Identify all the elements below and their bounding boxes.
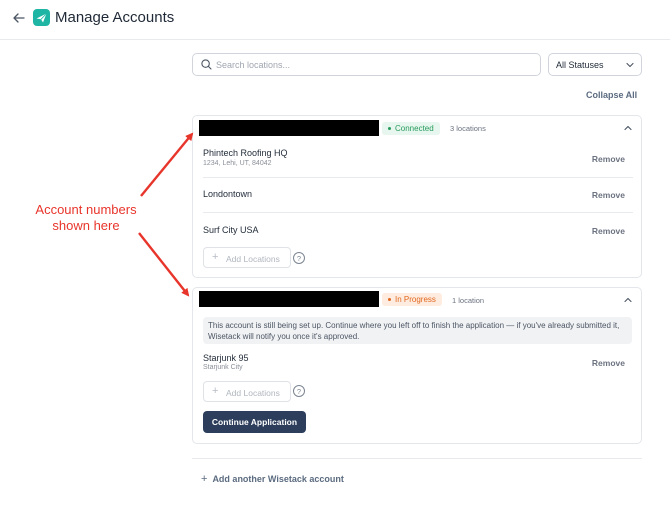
status-filter-select[interactable]: All Statuses: [548, 53, 642, 76]
search-input[interactable]: [216, 57, 534, 72]
chevron-up-icon[interactable]: [624, 125, 632, 131]
redacted-account-number: [199, 120, 379, 136]
help-icon[interactable]: ?: [293, 385, 305, 397]
remove-location-button[interactable]: Remove: [592, 358, 625, 368]
location-name: Surf City USA: [203, 225, 259, 235]
paper-plane-icon: [33, 9, 50, 26]
arrow-left-icon[interactable]: [12, 11, 26, 25]
add-locations-button[interactable]: + Add Locations: [203, 247, 291, 268]
remove-location-button[interactable]: Remove: [592, 154, 625, 164]
account-card-connected: Connected 3 locations Phintech Roofing H…: [192, 115, 642, 278]
page-title: Manage Accounts: [55, 9, 175, 26]
annotation-arrow-down: [138, 232, 190, 297]
help-icon[interactable]: ?: [293, 252, 305, 264]
plus-icon: +: [212, 251, 219, 263]
add-locations-button[interactable]: + Add Locations: [203, 381, 291, 402]
location-row: Phintech Roofing HQ 1234, Lehi, UT, 8404…: [203, 147, 633, 177]
status-dot-icon: [388, 298, 391, 301]
redacted-account-number: [199, 291, 379, 307]
location-name: Starjunk 95: [203, 353, 249, 363]
row-divider: [203, 212, 633, 213]
location-address: 1234, Lehi, UT, 84042: [203, 160, 272, 167]
chevron-down-icon: [626, 62, 634, 68]
search-box[interactable]: [192, 53, 541, 76]
status-filter-value: All Statuses: [556, 60, 604, 70]
location-count: 3 locations: [450, 124, 486, 133]
location-row: Surf City USA Remove: [203, 224, 633, 244]
add-account-button[interactable]: + Add another Wisetack account: [201, 473, 344, 485]
remove-location-button[interactable]: Remove: [592, 190, 625, 200]
annotation-text: Account numbers shown here: [35, 202, 137, 233]
plus-icon: +: [212, 385, 219, 397]
remove-location-button[interactable]: Remove: [592, 226, 625, 236]
status-dot-icon: [388, 127, 391, 130]
status-badge: Connected: [382, 122, 440, 135]
location-count: 1 location: [452, 296, 485, 305]
page-header: Manage Accounts: [0, 0, 670, 40]
location-address: Starjunk City: [203, 364, 243, 371]
plus-icon: +: [201, 473, 208, 485]
annotation-arrow-up: [140, 132, 194, 197]
collapse-all-button[interactable]: Collapse All: [586, 90, 637, 100]
location-name: Phintech Roofing HQ: [203, 148, 288, 158]
location-row: Starjunk 95 Starjunk City Remove: [203, 352, 633, 376]
row-divider: [203, 177, 633, 178]
continue-application-button[interactable]: Continue Application: [203, 411, 306, 433]
chevron-up-icon[interactable]: [624, 297, 632, 303]
section-divider: [192, 458, 642, 459]
location-name: Londontown: [203, 189, 253, 199]
account-card-in-progress: In Progress 1 location This account is s…: [192, 287, 642, 444]
location-row: Londontown Remove: [203, 188, 633, 208]
setup-notice: This account is still being set up. Cont…: [203, 317, 632, 344]
status-badge: In Progress: [382, 293, 442, 306]
search-icon: [201, 59, 212, 70]
